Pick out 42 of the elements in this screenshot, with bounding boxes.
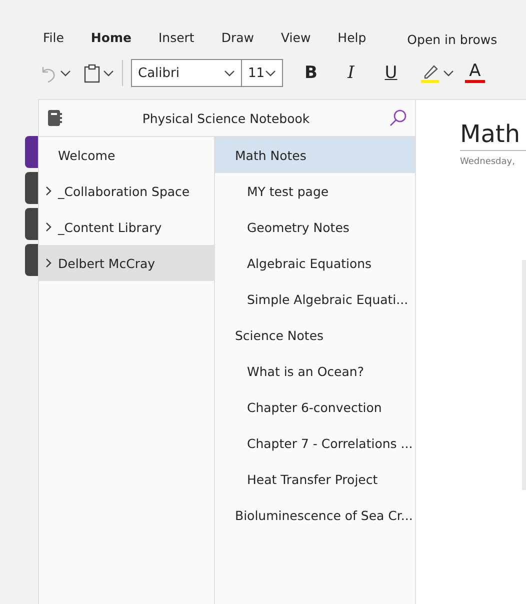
page-item[interactable]: Bioluminescence of Sea Cr... bbox=[215, 497, 415, 533]
page-item[interactable]: Science Notes bbox=[215, 317, 415, 353]
page-date: Wednesday, bbox=[460, 157, 516, 167]
underline-button[interactable]: U bbox=[371, 63, 411, 83]
page-item[interactable]: Simple Algebraic Equati... bbox=[215, 281, 415, 317]
page-title[interactable]: Math bbox=[460, 120, 526, 151]
menu-tab[interactable]: Help bbox=[338, 30, 366, 44]
page-item[interactable]: MY test page bbox=[215, 173, 415, 209]
font-size-dropdown[interactable]: 11 bbox=[242, 60, 282, 86]
page-item[interactable]: Chapter 7 - Correlations ... bbox=[215, 425, 415, 461]
open-in-browser-button[interactable]: Open in brows bbox=[407, 32, 498, 46]
caret-icon bbox=[103, 70, 114, 76]
page-item[interactable]: Math Notes bbox=[215, 137, 415, 173]
page-item[interactable]: Geometry Notes bbox=[215, 209, 415, 245]
search-icon[interactable] bbox=[389, 109, 407, 127]
chevron-down-icon bbox=[265, 70, 276, 76]
chevron-right-icon[interactable] bbox=[45, 258, 52, 268]
notebook-icon[interactable] bbox=[47, 109, 63, 127]
menu-tab[interactable]: Draw bbox=[221, 30, 254, 44]
section-item[interactable]: Delbert McCray bbox=[39, 245, 214, 281]
menu-tab[interactable]: View bbox=[281, 30, 311, 44]
page-item[interactable]: What is an Ocean? bbox=[215, 353, 415, 389]
chevron-right-icon[interactable] bbox=[45, 222, 52, 232]
section-item[interactable]: Welcome bbox=[39, 137, 214, 173]
chevron-right-icon[interactable] bbox=[45, 186, 52, 196]
page-item[interactable]: Heat Transfer Project bbox=[215, 461, 415, 497]
menu-tab[interactable]: File bbox=[43, 30, 64, 44]
page-item[interactable]: Chapter 6-convection bbox=[215, 389, 415, 425]
font-name-dropdown[interactable]: Calibri bbox=[132, 60, 242, 86]
page-item[interactable]: Algebraic Equations bbox=[215, 245, 415, 281]
font-color-button[interactable]: A bbox=[460, 63, 490, 83]
caret-icon bbox=[443, 70, 454, 76]
italic-button[interactable]: I bbox=[331, 63, 371, 83]
clipboard-icon bbox=[83, 63, 101, 83]
caret-icon bbox=[60, 70, 71, 76]
notebook-title: Physical Science Notebook bbox=[141, 110, 311, 126]
chevron-down-icon bbox=[224, 70, 235, 76]
bold-button[interactable]: B bbox=[291, 63, 331, 83]
section-item[interactable]: _Content Library bbox=[39, 209, 214, 245]
menu-tab[interactable]: Insert bbox=[158, 30, 194, 44]
menu-tab[interactable]: Home bbox=[90, 30, 132, 44]
section-item[interactable]: _Collaboration Space bbox=[39, 173, 214, 209]
